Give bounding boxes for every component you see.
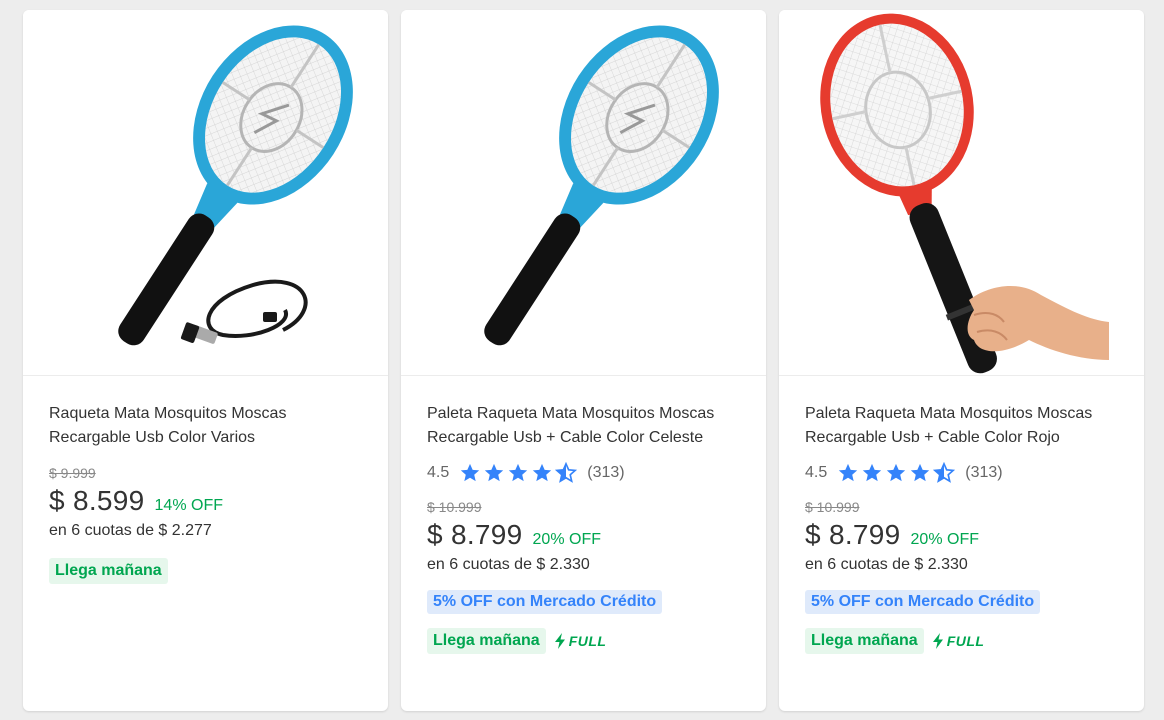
credit-promo-badge: 5% OFF con Mercado Crédito	[427, 590, 663, 614]
star-full-icon	[911, 463, 930, 482]
star-full-icon	[485, 463, 504, 482]
discount-label: 20% OFF	[910, 531, 979, 548]
rating: 4.5 (313)	[805, 462, 1124, 484]
blue-racket-with-usb-cable-icon	[118, 25, 353, 346]
product-title[interactable]: Paleta Raqueta Mata Mosquitos Moscas Rec…	[805, 402, 1125, 450]
lightning-icon	[554, 633, 565, 649]
full-label: FULL	[946, 633, 985, 649]
installments: en 6 cuotas de $ 2.330	[427, 556, 590, 573]
rating-stars	[459, 462, 578, 484]
lightning-icon	[932, 633, 943, 649]
credit-promo-badge: 5% OFF con Mercado Crédito	[805, 590, 1041, 614]
star-full-icon	[887, 463, 906, 482]
star-full-icon	[533, 463, 552, 482]
shipping-badge: Llega mañana	[49, 558, 168, 584]
price: $ 8.599	[49, 485, 145, 516]
star-half-icon	[933, 462, 956, 483]
shipping-badge: Llega mañana	[427, 628, 546, 654]
shipping-badge: Llega mañana	[805, 628, 924, 654]
rating-stars	[837, 462, 956, 484]
product-card[interactable]: Paleta Raqueta Mata Mosquitos Moscas Rec…	[779, 10, 1144, 711]
product-title[interactable]: Raqueta Mata Mosquitos Moscas Recargable…	[49, 402, 369, 450]
discount-label: 20% OFF	[532, 531, 601, 548]
original-price: $ 10.999	[805, 499, 860, 515]
product-card[interactable]: Paleta Raqueta Mata Mosquitos Moscas Rec…	[401, 10, 766, 711]
price: $ 8.799	[427, 519, 523, 550]
review-count: (313)	[965, 464, 1003, 481]
full-badge: FULL	[932, 633, 985, 649]
rating-score: 4.5	[427, 464, 450, 481]
review-count: (313)	[587, 464, 625, 481]
rating-score: 4.5	[805, 464, 828, 481]
star-full-icon	[461, 463, 480, 482]
rating: 4.5 (313)	[427, 462, 746, 484]
full-label: FULL	[568, 633, 607, 649]
installments: en 6 cuotas de $ 2.330	[805, 556, 968, 573]
product-image[interactable]	[779, 10, 1144, 376]
blue-racket-icon	[484, 25, 719, 346]
star-full-icon	[863, 463, 882, 482]
discount-label: 14% OFF	[154, 497, 223, 514]
full-badge: FULL	[554, 633, 607, 649]
product-image[interactable]	[401, 10, 766, 376]
star-full-icon	[509, 463, 528, 482]
red-racket-held-in-hand-icon	[820, 13, 1109, 374]
original-price: $ 9.999	[49, 465, 96, 481]
product-image[interactable]	[23, 10, 388, 376]
product-card[interactable]: Raqueta Mata Mosquitos Moscas Recargable…	[23, 10, 388, 711]
installments: en 6 cuotas de $ 2.277	[49, 522, 212, 539]
star-full-icon	[839, 463, 858, 482]
price: $ 8.799	[805, 519, 901, 550]
star-half-icon	[555, 462, 578, 483]
product-title[interactable]: Paleta Raqueta Mata Mosquitos Moscas Rec…	[427, 402, 747, 450]
original-price: $ 10.999	[427, 499, 482, 515]
